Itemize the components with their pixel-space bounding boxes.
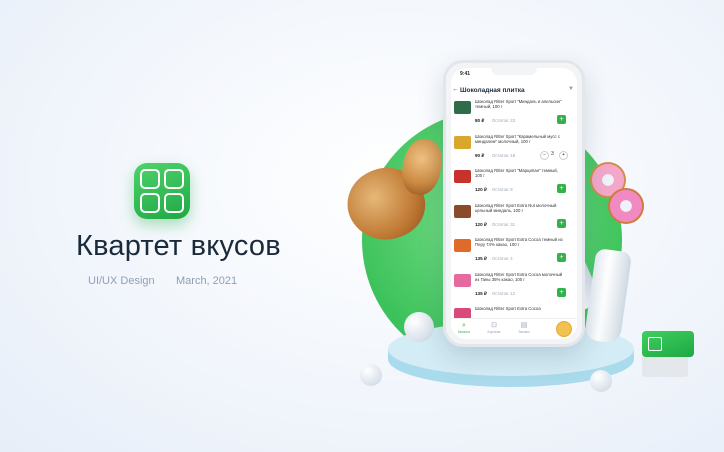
list-item[interactable]: Шоколад Ritter Sport Extra Cocoa молочны… [454, 272, 568, 306]
list-item[interactable]: Шоколад Ritter Sport "Марципан" темный, … [454, 168, 568, 202]
add-to-cart-button[interactable]: + [557, 115, 566, 124]
avatar[interactable] [556, 321, 572, 337]
product-name: Шоколад Ritter Sport "Карамельный мусс с… [475, 133, 561, 144]
basket-icon: ⊡ [491, 322, 497, 329]
screen-title: Шоколадная плитка [460, 87, 525, 94]
product-stock: Остаток: 8 [492, 187, 513, 192]
filter-icon[interactable]: ▼ [568, 86, 574, 92]
product-name: Шоколад Ritter Sport Extra Cocoa [475, 306, 541, 311]
phone-notch [491, 68, 537, 75]
product-thumbnail [454, 170, 471, 183]
product-price: 90 ₽ [475, 152, 485, 158]
tab-label: Корзина [487, 330, 501, 334]
product-thumbnail [454, 239, 471, 252]
list-item[interactable]: Шоколад Ritter Sport Extra Cocoa темный … [454, 237, 568, 271]
project-tag: UI/UX Design [88, 275, 155, 287]
minus-icon[interactable]: − [540, 150, 549, 160]
product-thumbnail [454, 101, 471, 114]
app-title: Квартет вкусов [76, 230, 281, 262]
project-date: March, 2021 [176, 275, 238, 287]
status-time: 9:41 [460, 71, 471, 77]
gift-box-image [642, 331, 694, 377]
product-name: Шоколад Ritter Sport Extra Cocoa молочны… [475, 271, 563, 282]
product-stock: Остаток: 18 [492, 152, 516, 158]
white-ball [404, 312, 434, 342]
product-name: Шоколад Ritter Sport "Миндаль и апельсин… [475, 99, 562, 110]
quantity-value: 3 [551, 150, 554, 157]
product-price: 120 ₽ [475, 221, 487, 227]
tab-search[interactable]: ⌕ Каталог [453, 322, 475, 334]
phone-mockup: 9:41 ← Шоколадная плитка ▼ Шоколад Ritte… [443, 60, 585, 347]
phone-screen: 9:41 ← Шоколадная плитка ▼ Шоколад Ritte… [451, 68, 577, 339]
tab-basket[interactable]: ⊡ Корзина [483, 322, 505, 334]
add-to-cart-button[interactable]: + [557, 253, 566, 262]
list-item[interactable]: Шоколад Ritter Sport "Карамельный мусс с… [454, 134, 568, 168]
donut-image [608, 188, 644, 224]
product-name: Шоколад Ritter Sport Extra Nut молочный … [475, 202, 557, 213]
plus-icon[interactable]: + [559, 150, 568, 160]
product-name: Шоколад Ritter Sport Extra Cocoa темный … [475, 237, 563, 248]
tab-label: Каталог [457, 330, 471, 334]
orders-icon: ▤ [520, 322, 528, 329]
product-thumbnail [454, 273, 471, 287]
back-arrow-icon[interactable]: ← [452, 86, 459, 93]
search-icon: ⌕ [462, 322, 466, 329]
product-thumbnail [454, 204, 471, 218]
tab-orders[interactable]: ▤ Заказы [513, 322, 535, 334]
white-ball [360, 364, 382, 386]
tab-bar: ⌕ Каталог ⊡ Корзина ▤ Заказы [451, 318, 577, 339]
add-to-cart-button[interactable]: + [557, 184, 566, 193]
product-price: 135 ₽ [475, 256, 487, 261]
list-item[interactable]: Шоколад Ritter Sport "Миндаль и апельсин… [454, 99, 568, 133]
add-to-cart-button[interactable]: + [557, 287, 566, 297]
product-price: 135 ₽ [475, 290, 487, 296]
product-stock: Остаток: 12 [492, 290, 516, 296]
list-item[interactable]: Шоколад Ritter Sport Extra Nut молочный … [454, 203, 568, 237]
quantity-stepper[interactable]: −3 + [540, 150, 568, 160]
product-thumbnail [454, 135, 471, 149]
tab-label: Заказы [518, 330, 530, 334]
product-stock: Остаток: 23 [492, 118, 516, 123]
quartet-app-icon [134, 163, 190, 219]
product-stock: Остаток: 31 [492, 221, 516, 227]
product-stock: Остаток: 4 [492, 256, 513, 261]
product-price: 120 ₽ [475, 187, 487, 192]
white-ball [590, 370, 612, 392]
promo-banner: Квартет вкусов UI/UX Design March, 2021 … [0, 0, 724, 452]
product-price: 80 ₽ [475, 118, 485, 123]
add-to-cart-button[interactable]: + [557, 218, 566, 228]
product-name: Шоколад Ritter Sport "Марципан" темный, … [475, 168, 558, 179]
